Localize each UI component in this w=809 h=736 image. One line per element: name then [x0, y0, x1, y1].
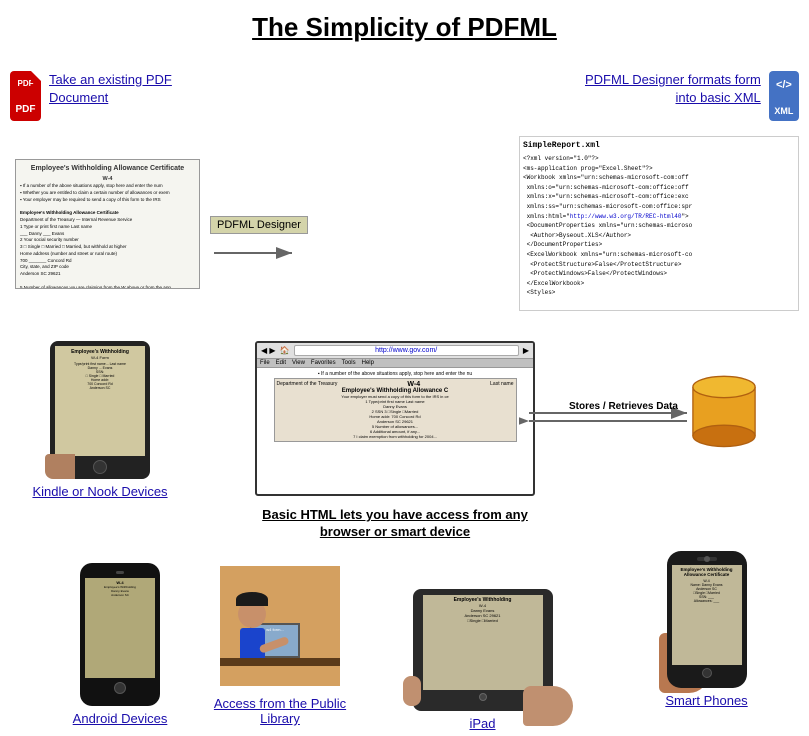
kindle-label[interactable]: Kindle or Nook Devices [30, 484, 170, 499]
browser-content: ▪ If a number of the above situations ap… [257, 368, 533, 483]
android-device: W-4 Employee's WithholdingDanny EvansAnd… [80, 563, 160, 706]
browser-window: ◀ ▶ 🏠 http://www.gov.com/ ▶ File Edit Vi… [255, 341, 535, 496]
menu-file[interactable]: File [260, 360, 270, 366]
library-block: w4 form... Access from the Public Librar… [210, 566, 350, 726]
menu-view[interactable]: View [292, 360, 305, 366]
menu-help[interactable]: Help [362, 360, 374, 366]
xml-code-block: SimpleReport.xml <?xml version="1.0"?> <… [519, 136, 799, 311]
xml-label[interactable]: PDFML Designer formats form into basic X… [579, 71, 761, 107]
kindle-block: Employee's Withholding W-4 Form Type/pri… [30, 341, 170, 499]
pdf-icon: PDF [10, 71, 41, 121]
android-screen: W-4 Employee's WithholdingDanny EvansAnd… [85, 578, 155, 678]
android-block: W-4 Employee's WithholdingDanny EvansAnd… [55, 563, 185, 726]
browser-url: http://www.gov.com/ [375, 347, 437, 354]
w4-form-image-top: Employee's Withholding Allowance Certifi… [15, 159, 200, 289]
android-label[interactable]: Android Devices [55, 711, 185, 726]
browser-block: ◀ ▶ 🏠 http://www.gov.com/ ▶ File Edit Vi… [250, 341, 540, 541]
pdf-block: PDF Take an existing PDF Document [10, 71, 180, 125]
pdfml-designer-arrow: PDFML Designer [210, 216, 308, 268]
ipad-screen: Employee's Withholding W-4Danny EvansAnd… [423, 595, 543, 690]
library-label[interactable]: Access from the Public Library [210, 696, 350, 726]
smartphone-label[interactable]: Smart Phones [624, 693, 789, 708]
arrow-label: PDFML Designer [210, 216, 308, 234]
iphone-screen: Employee's Withholding Allowance Certifi… [672, 565, 742, 665]
menu-edit[interactable]: Edit [276, 360, 286, 366]
html-access-label: Basic HTML lets you have access from any… [250, 507, 540, 541]
menu-tools[interactable]: Tools [342, 360, 356, 366]
database-icon [684, 371, 764, 451]
database-block [659, 371, 789, 456]
xml-block: PDFML Designer formats form into basic X… [579, 71, 799, 125]
iphone-device: Employee's Withholding Allowance Certifi… [667, 551, 747, 688]
kindle-screen: Employee's Withholding W-4 Form Type/pri… [55, 346, 145, 456]
menu-favorites[interactable]: Favorites [311, 360, 336, 366]
page-title: The Simplicity of PDFML [0, 0, 809, 51]
ipad-block: Employee's Withholding W-4Danny EvansAnd… [395, 589, 570, 731]
xml-icon: </> [769, 71, 799, 121]
pdf-label[interactable]: Take an existing PDF Document [49, 71, 180, 107]
smartphone-block: Employee's Withholding Allowance Certifi… [624, 551, 789, 708]
